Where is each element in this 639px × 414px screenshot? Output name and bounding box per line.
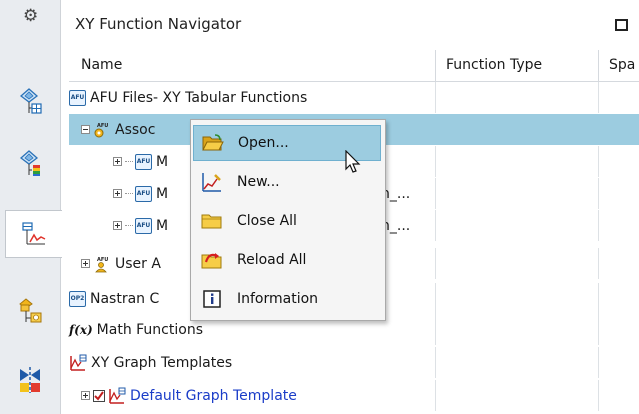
expand-toggle[interactable] xyxy=(81,259,90,268)
tree-label: Assoc xyxy=(115,121,156,138)
menu-item-information[interactable]: Information xyxy=(193,281,381,317)
mouse-cursor-icon xyxy=(345,150,361,173)
tree-label: XY Graph Templates xyxy=(91,354,233,371)
part-navigator-icon xyxy=(19,88,42,114)
afu-icon: AFU xyxy=(69,89,86,106)
tree-label: M xyxy=(156,217,169,234)
gear-icon[interactable]: ⚙ xyxy=(23,6,38,26)
column-header-spa[interactable]: Spa xyxy=(598,50,639,81)
reload-folder-icon xyxy=(201,249,223,271)
associated-afu-icon: AFU xyxy=(93,121,111,139)
tree-row-default-graph-template[interactable]: Default Graph Template xyxy=(69,380,639,411)
folder-icon xyxy=(201,210,223,232)
menu-item-label: Reload All xyxy=(237,252,307,268)
column-header-name[interactable]: Name xyxy=(69,50,435,81)
tree-label: Nastran C xyxy=(90,290,160,307)
svg-text:AFU: AFU xyxy=(97,257,108,263)
new-graph-icon xyxy=(201,171,223,193)
menu-item-label: Information xyxy=(237,291,319,307)
svg-text:AFU: AFU xyxy=(97,123,108,129)
left-toolbar: ⚙ xyxy=(0,0,62,414)
info-icon xyxy=(201,288,223,310)
tree-label: Math Functions xyxy=(96,321,203,338)
tree-label: AFU Files- XY Tabular Functions xyxy=(90,89,308,106)
menu-item-reload-all[interactable]: Reload All xyxy=(193,242,381,278)
user-afu-icon: AFU xyxy=(93,255,111,273)
op2-icon: OP2 xyxy=(69,290,86,307)
expand-toggle[interactable] xyxy=(113,157,122,166)
constraint-navigator-button[interactable] xyxy=(6,357,54,403)
menu-item-close-all[interactable]: Close All xyxy=(193,203,381,239)
menu-item-label: Open... xyxy=(238,135,289,151)
afu-icon: AFU xyxy=(135,185,152,202)
xy-function-navigator-button[interactable] xyxy=(5,210,62,258)
expand-toggle[interactable] xyxy=(113,221,122,230)
menu-item-label: New... xyxy=(237,174,280,190)
open-folder-icon xyxy=(202,132,224,154)
column-header-row: Name Function Type Spa xyxy=(69,50,639,82)
part-navigator-button[interactable] xyxy=(6,78,54,124)
collapse-toggle[interactable] xyxy=(81,125,90,134)
assembly-navigator-icon xyxy=(19,150,40,176)
tree-label: User A xyxy=(115,255,161,272)
afu-icon: AFU xyxy=(135,153,152,170)
menu-item-label: Close All xyxy=(237,213,297,229)
expand-toggle[interactable] xyxy=(113,189,122,198)
graph-template-icon xyxy=(108,387,126,405)
expand-toggle[interactable] xyxy=(81,391,90,400)
tree-row-afu-files[interactable]: AFU AFU Files- XY Tabular Functions xyxy=(69,82,639,113)
tree-label: M xyxy=(156,153,169,170)
tree-label: Default Graph Template xyxy=(130,387,297,404)
tree-label: M xyxy=(156,185,169,202)
column-header-function-type[interactable]: Function Type xyxy=(435,50,598,81)
reuse-library-button[interactable] xyxy=(6,288,54,334)
assembly-navigator-button[interactable] xyxy=(6,140,54,186)
maximize-icon[interactable] xyxy=(615,19,628,31)
graph-template-icon xyxy=(69,354,87,372)
xy-function-navigator-icon xyxy=(22,222,46,245)
tree-row-xy-graph-templates[interactable]: XY Graph Templates xyxy=(69,347,639,378)
visibility-checkbox[interactable] xyxy=(93,389,105,402)
navigator-title: XY Function Navigator xyxy=(75,15,242,33)
reuse-library-icon xyxy=(19,298,42,323)
afu-icon: AFU xyxy=(135,217,152,234)
constraint-navigator-icon xyxy=(20,367,40,393)
function-icon: f(x) xyxy=(69,322,93,337)
